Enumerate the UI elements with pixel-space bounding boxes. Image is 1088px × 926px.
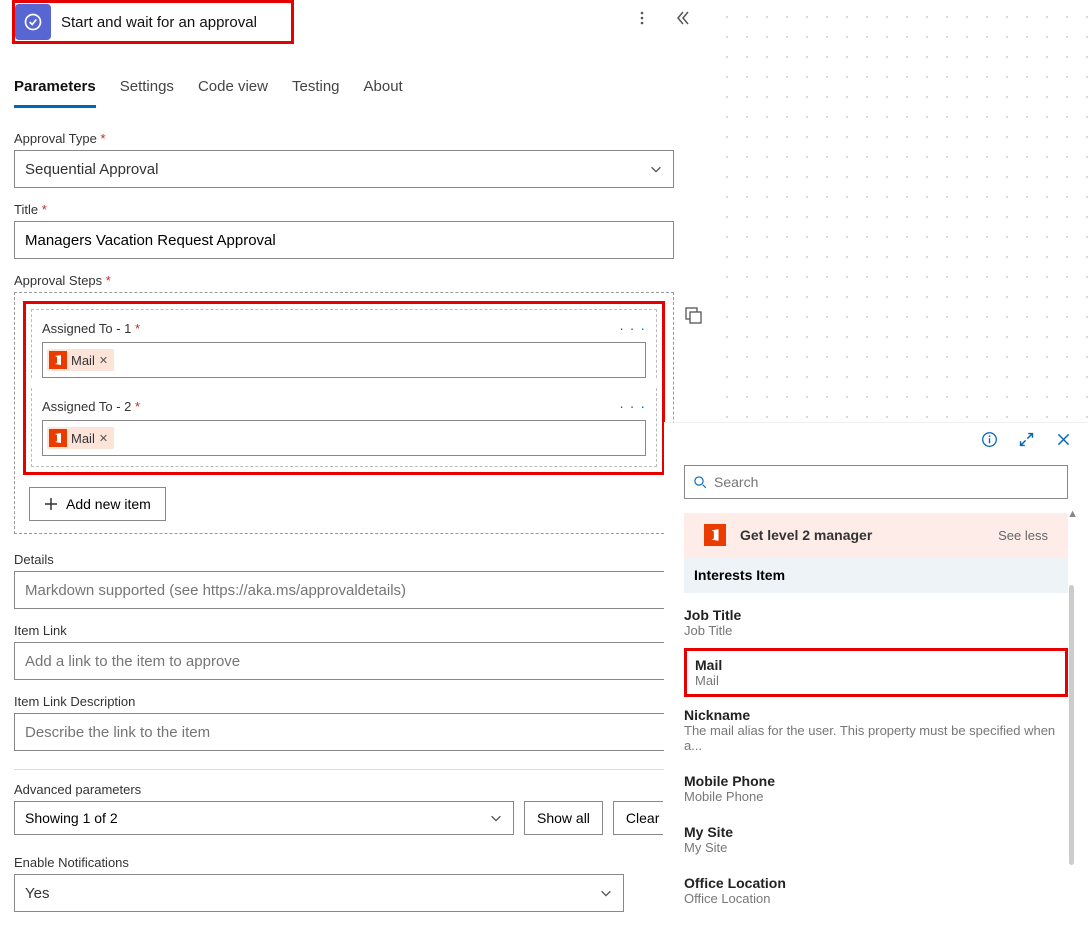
assigned-2-label: Assigned To - 2 * [42, 399, 140, 414]
advanced-label: Advanced parameters [14, 782, 714, 797]
assigned-step-2: Assigned To - 2 * · · · Mail ✕ [31, 388, 657, 467]
office-icon [49, 429, 67, 447]
more-vertical-icon[interactable] [634, 10, 652, 28]
item-link-label: Item Link [14, 623, 714, 638]
assigned-2-token[interactable]: Mail ✕ [47, 427, 114, 449]
assigned-1-label: Assigned To - 1 * [42, 321, 140, 336]
list-item-job-title[interactable]: Job Title Job Title [684, 597, 1068, 648]
tab-code-view[interactable]: Code view [198, 78, 268, 108]
tab-parameters[interactable]: Parameters [14, 78, 96, 108]
item-link-input[interactable] [14, 642, 674, 680]
item-link-desc-input[interactable] [14, 713, 674, 751]
connector-header[interactable]: Get level 2 manager See less ▲ [684, 513, 1068, 557]
list-item-office-location[interactable]: Office Location Office Location [684, 865, 1068, 916]
assigned-1-menu[interactable]: · · · [619, 320, 646, 336]
design-canvas [710, 0, 1088, 420]
enable-notifications-select[interactable]: Yes [14, 874, 624, 912]
approval-type-value: Sequential Approval [25, 161, 158, 178]
action-title: Start and wait for an approval [61, 14, 257, 31]
tab-testing[interactable]: Testing [292, 78, 340, 108]
tab-about[interactable]: About [364, 78, 403, 108]
details-label: Details [14, 552, 714, 567]
item-link-desc-label: Item Link Description [14, 694, 714, 709]
tab-bar: Parameters Settings Code view Testing Ab… [14, 78, 714, 109]
close-icon[interactable] [1055, 431, 1072, 453]
list-item-mail[interactable]: Mail Mail [684, 648, 1068, 697]
remove-token-icon[interactable]: ✕ [99, 432, 108, 445]
info-icon[interactable] [981, 431, 998, 453]
approval-steps-label: Approval Steps * [14, 273, 714, 288]
expand-icon[interactable] [1018, 431, 1035, 453]
dynamic-content-panel: Get level 2 manager See less ▲ Interests… [664, 422, 1088, 916]
list-item-mobile-phone[interactable]: Mobile Phone Mobile Phone [684, 763, 1068, 814]
list-item-nickname[interactable]: Nickname The mail alias for the user. Th… [684, 697, 1068, 763]
approval-steps-container: Assigned To - 1 * · · · Mail ✕ Assigned … [14, 292, 674, 534]
approval-type-select[interactable]: Sequential Approval [14, 150, 674, 188]
assigned-step-1: Assigned To - 1 * · · · Mail ✕ [31, 309, 657, 378]
search-icon [693, 475, 708, 490]
details-input[interactable] [14, 571, 674, 609]
divider [14, 769, 674, 770]
action-config-panel: Start and wait for an approval Parameter… [14, 0, 714, 926]
assigned-1-input[interactable]: Mail ✕ [42, 342, 646, 378]
collapse-panel-icon[interactable] [674, 10, 692, 28]
list-item-my-site[interactable]: My Site My Site [684, 814, 1068, 865]
see-less-link[interactable]: See less [998, 528, 1048, 543]
dynamic-content-search[interactable] [684, 465, 1068, 499]
clear-all-button[interactable]: Clear [613, 801, 663, 835]
title-input[interactable] [14, 221, 674, 259]
dynamic-content-list: Interests Item Job Title Job Title Mail … [684, 557, 1068, 916]
assigned-2-menu[interactable]: · · · [619, 398, 646, 414]
show-all-button[interactable]: Show all [524, 801, 603, 835]
assigned-2-input[interactable]: Mail ✕ [42, 420, 646, 456]
office-icon [704, 524, 726, 546]
approvals-app-icon [15, 4, 51, 40]
tab-settings[interactable]: Settings [120, 78, 174, 108]
office-icon [49, 351, 67, 369]
caret-up-icon[interactable]: ▲ [1067, 508, 1078, 520]
title-label: Title * [14, 202, 714, 217]
advanced-select[interactable]: Showing 1 of 2 [14, 801, 514, 835]
insert-dynamic-content-icon[interactable] [683, 305, 703, 330]
assigned-1-token[interactable]: Mail ✕ [47, 349, 114, 371]
enable-notifications-label: Enable Notifications [14, 855, 714, 870]
remove-token-icon[interactable]: ✕ [99, 354, 108, 367]
add-new-item-button[interactable]: Add new item [29, 487, 166, 521]
list-item-interests[interactable]: Interests Item [684, 557, 1068, 593]
action-header: Start and wait for an approval [12, 0, 294, 44]
connector-title: Get level 2 manager [740, 527, 872, 543]
steps-highlight-box: Assigned To - 1 * · · · Mail ✕ Assigned … [23, 301, 665, 475]
approval-type-label: Approval Type * [14, 131, 714, 146]
